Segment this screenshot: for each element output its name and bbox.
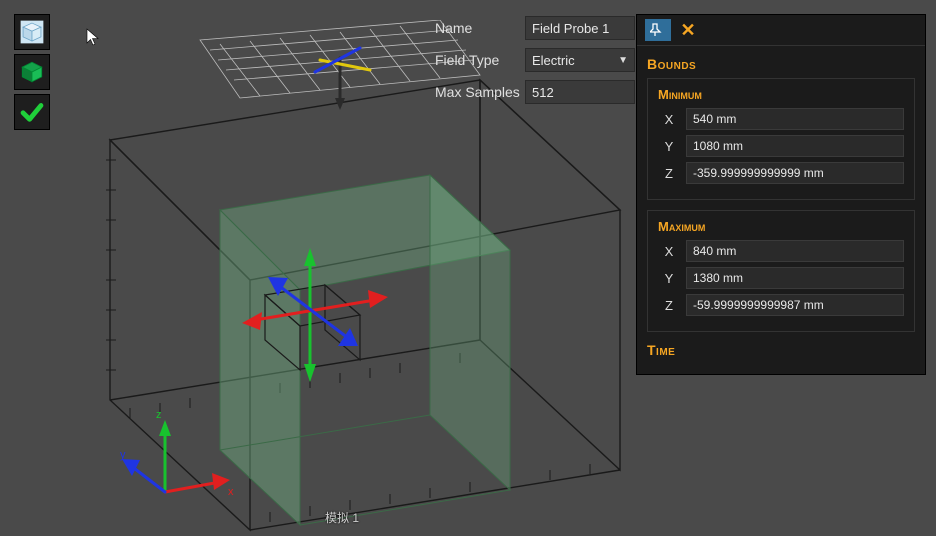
axis-label-z: Z	[658, 166, 680, 181]
left-toolbar	[14, 14, 50, 130]
field-type-select[interactable]: Electric ▼	[525, 48, 635, 72]
probe-region-box	[220, 175, 510, 525]
viewport-label: 模拟 1	[325, 509, 359, 526]
max-x-input[interactable]: 840 mm	[686, 240, 904, 262]
axis-x-label: x	[228, 486, 234, 498]
min-y-input[interactable]: 1080 mm	[686, 135, 904, 157]
panel-close-button[interactable]: ✕	[677, 19, 699, 41]
max-z-input[interactable]: -59.9999999999987 mm	[686, 294, 904, 316]
min-x-input[interactable]: 540 mm	[686, 108, 904, 130]
name-value: Field Probe 1	[532, 21, 609, 36]
axis-label-y: Y	[658, 139, 680, 154]
max-samples-value: 512	[532, 85, 554, 100]
cursor-icon	[86, 28, 100, 49]
axis-label-y: Y	[658, 271, 680, 286]
confirm-tool[interactable]	[14, 94, 50, 130]
maximum-title: Maximum	[658, 219, 904, 234]
axis-label-x: X	[658, 112, 680, 127]
minimum-title: Minimum	[658, 87, 904, 102]
bounds-maximum-group: Maximum X 840 mm Y 1380 mm Z -59.9999999…	[647, 210, 915, 332]
bounds-panel: ✕ Bounds Minimum X 540 mm Y 1080 mm Z -3…	[636, 14, 926, 375]
orientation-triad: x y z	[120, 409, 234, 498]
max-samples-input[interactable]: 512	[525, 80, 635, 104]
axis-y-label: y	[120, 449, 126, 461]
view-cube-tool[interactable]	[14, 14, 50, 50]
chevron-down-icon: ▼	[618, 55, 628, 66]
name-label: Name	[435, 20, 525, 36]
max-y-input[interactable]: 1380 mm	[686, 267, 904, 289]
field-type-label: Field Type	[435, 52, 525, 68]
object-properties: Name Field Probe 1 Field Type Electric ▼…	[435, 16, 635, 104]
name-input[interactable]: Field Probe 1	[525, 16, 635, 40]
min-z-input[interactable]: -359.999999999999 mm	[686, 162, 904, 184]
field-type-value: Electric	[532, 53, 575, 68]
box-tool[interactable]	[14, 54, 50, 90]
bounds-title: Bounds	[647, 56, 915, 72]
time-title: Time	[647, 342, 915, 358]
axis-label-z: Z	[658, 298, 680, 313]
axis-label-x: X	[658, 244, 680, 259]
panel-pin-button[interactable]	[645, 19, 671, 41]
max-samples-label: Max Samples	[435, 84, 525, 100]
bounds-minimum-group: Minimum X 540 mm Y 1080 mm Z -359.999999…	[647, 78, 915, 200]
axis-z-label: z	[156, 409, 162, 421]
